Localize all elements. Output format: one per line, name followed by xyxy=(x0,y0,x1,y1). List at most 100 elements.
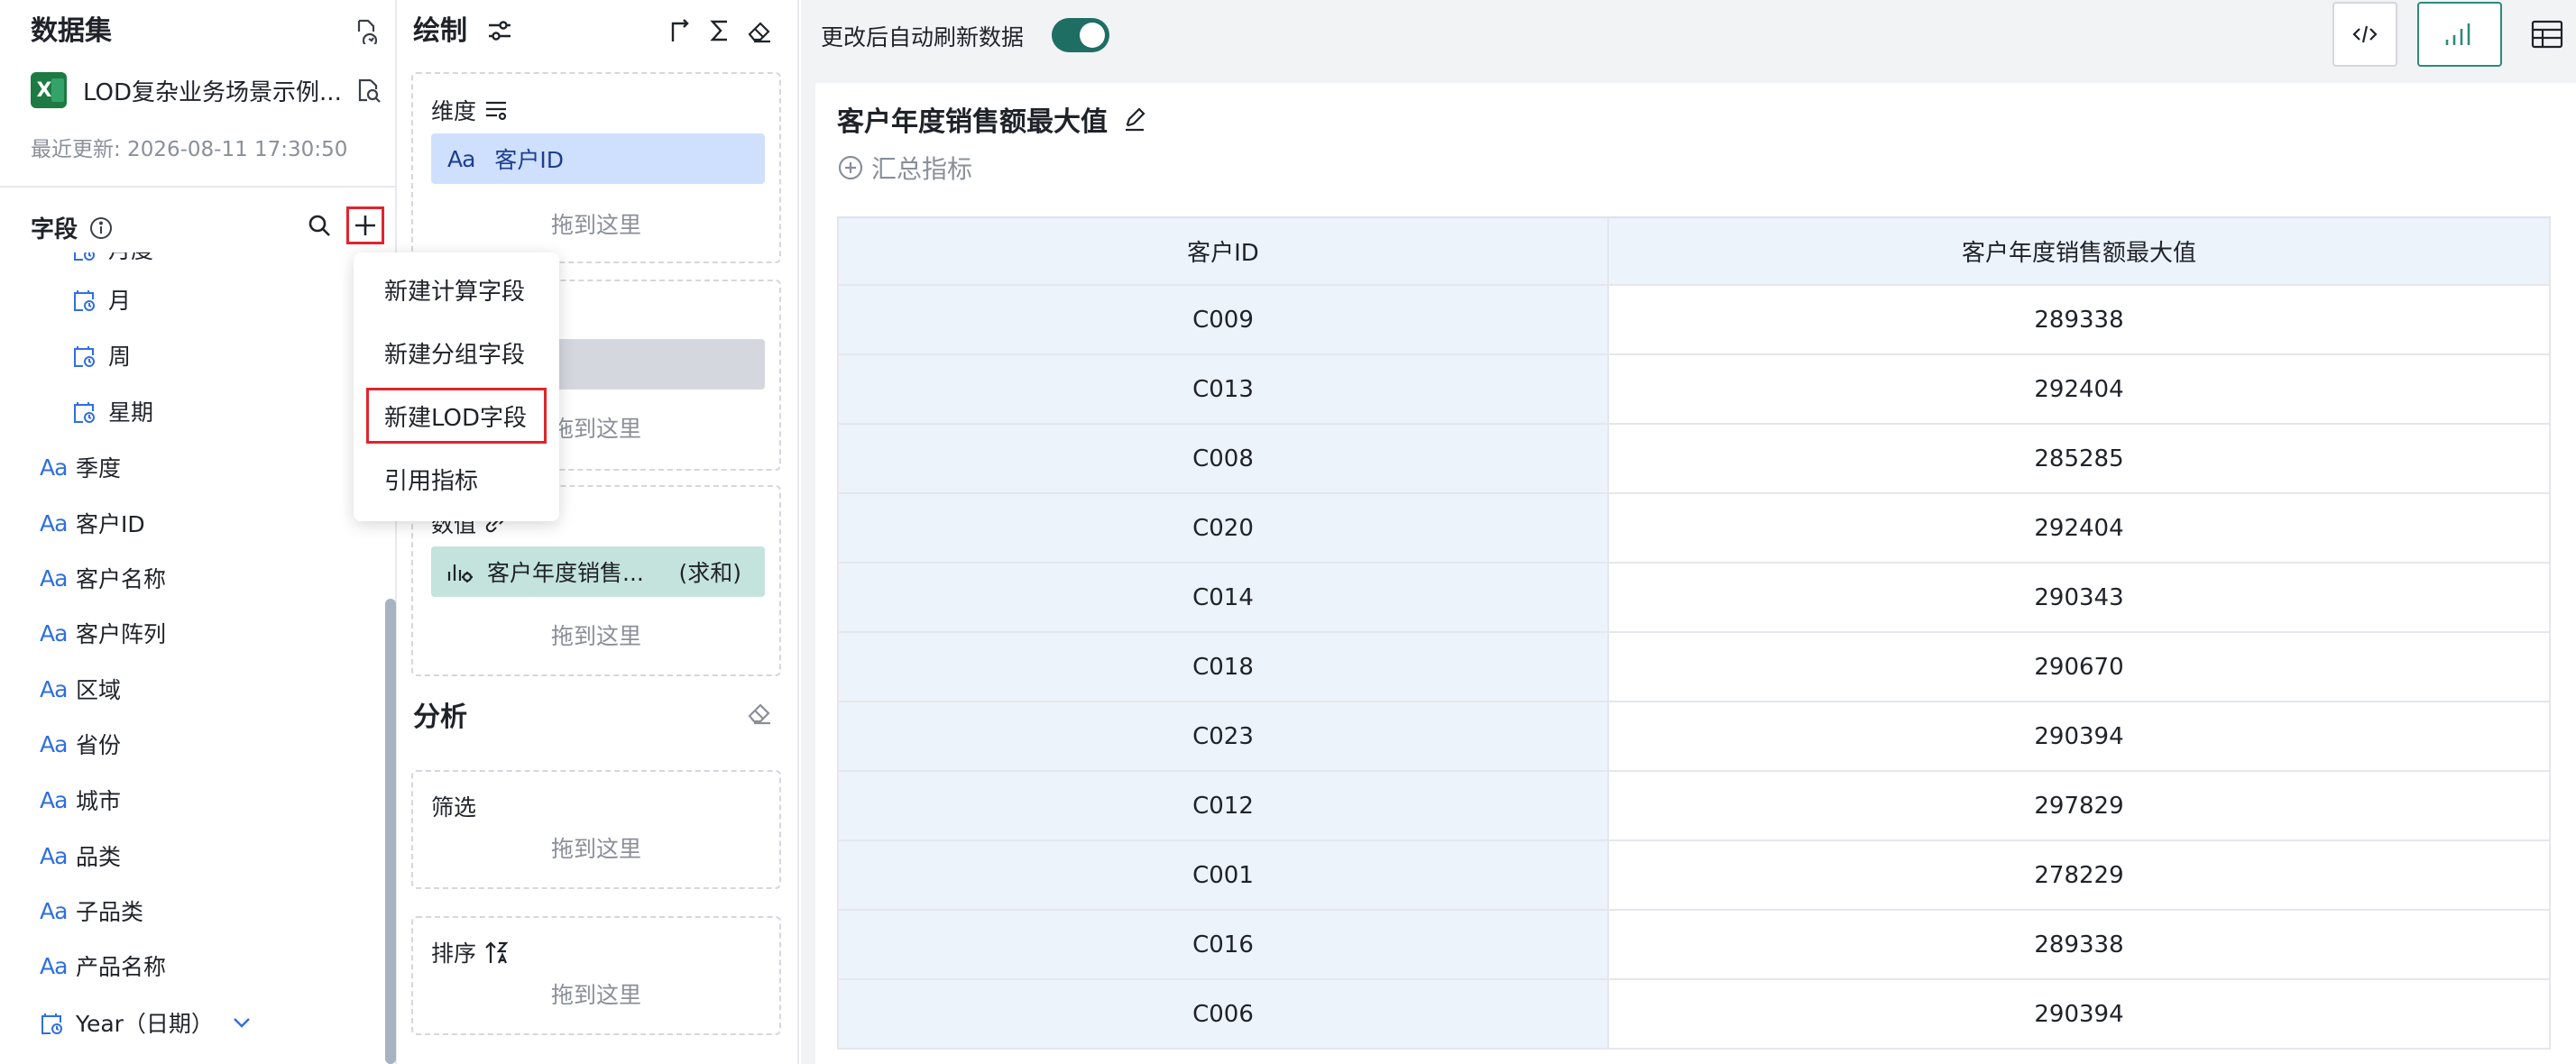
cell-customer-id: C012 xyxy=(837,772,1609,839)
edit-pencil-icon[interactable] xyxy=(1122,106,1147,132)
table-row: C008 285285 xyxy=(837,425,2551,494)
column-header-max-annual-sales[interactable]: 客户年度销售额最大值 xyxy=(1609,218,2551,284)
cell-max-sales: 289338 xyxy=(1609,911,2551,978)
dataset-file-name: LOD复杂业务场景示例... xyxy=(83,78,342,106)
draw-panel: 绘制 维度 Aa 客户ID 拖到这里 拖到这里 数值 客户年度销售... (求和… xyxy=(399,0,799,1064)
menu-item-new-group-field[interactable]: 新建分组字段 xyxy=(366,325,547,381)
chart-title-text: 客户年度销售额最大值 xyxy=(837,106,1108,138)
text-type-icon: Aa xyxy=(40,675,68,702)
cell-max-sales: 290343 xyxy=(1609,564,2551,631)
cell-customer-id: C009 xyxy=(837,286,1609,353)
sort-label-text: 排序 xyxy=(431,940,477,967)
menu-item-new-calculated-field[interactable]: 新建计算字段 xyxy=(366,261,547,317)
code-view-button[interactable] xyxy=(2332,2,2397,67)
eraser-icon[interactable] xyxy=(741,694,777,730)
value-pill[interactable]: 客户年度销售... (求和) xyxy=(431,546,765,597)
field-item[interactable]: Aa 客户阵列 xyxy=(40,608,166,658)
auto-refresh-toggle[interactable] xyxy=(1052,18,1109,52)
cell-customer-id: C001 xyxy=(837,841,1609,909)
cell-max-sales: 289338 xyxy=(1609,286,2551,353)
cell-customer-id: C018 xyxy=(837,633,1609,701)
settings-sliders-icon[interactable] xyxy=(482,13,518,49)
cell-max-sales: 285285 xyxy=(1609,425,2551,492)
filter-well[interactable]: 筛选 拖到这里 xyxy=(411,770,781,889)
column-header-customer-id[interactable]: 客户ID xyxy=(837,218,1609,284)
field-item[interactable]: 月 xyxy=(72,274,131,325)
field-label: 月 xyxy=(108,288,132,314)
add-circle-icon xyxy=(838,155,863,180)
table-row: C023 290394 xyxy=(837,702,2551,772)
table-row: C009 289338 xyxy=(837,286,2551,355)
field-label: 周 xyxy=(108,344,132,370)
drop-hint: 拖到这里 xyxy=(550,836,641,862)
field-item[interactable]: 周 xyxy=(72,330,131,381)
field-label: 品类 xyxy=(76,844,122,870)
field-item[interactable]: Aa 品类 xyxy=(40,830,121,881)
fields-title: 字段 xyxy=(31,216,78,243)
data-table: 客户ID 客户年度销售额最大值 C009 289338 C013 292404 … xyxy=(837,216,2551,1050)
last-updated-text: 最近更新: 2026-08-11 17:30:50 xyxy=(31,138,348,161)
field-item[interactable]: Aa 客户名称 xyxy=(40,553,166,603)
sort-well[interactable]: 排序 拖到这里 xyxy=(411,916,781,1035)
field-item[interactable]: Aa 城市 xyxy=(40,775,121,825)
dataset-file[interactable]: X LOD复杂业务场景示例... xyxy=(31,72,342,108)
search-icon[interactable] xyxy=(301,207,337,243)
dimension-pill-label: 客户ID xyxy=(494,147,565,173)
draw-title: 绘制 xyxy=(413,15,467,47)
chart-view-button[interactable] xyxy=(2417,2,2502,67)
summary-metric-button[interactable]: 汇总指标 xyxy=(837,150,972,186)
aggregation-label[interactable]: (求和) xyxy=(678,555,741,588)
analysis-title: 分析 xyxy=(413,702,467,733)
field-item[interactable]: 星期 xyxy=(72,386,153,436)
text-type-icon: Aa xyxy=(40,454,68,481)
table-row: C020 292404 xyxy=(837,494,2551,564)
text-type-icon: Aa xyxy=(40,619,68,647)
field-item[interactable]: Aa 产品名称 xyxy=(40,940,166,991)
text-type-icon: Aa xyxy=(40,952,68,979)
field-label: 子品类 xyxy=(76,899,144,925)
table-row: C014 290343 xyxy=(837,564,2551,633)
menu-item-new-lod-field[interactable]: 新建LOD字段 xyxy=(366,388,547,444)
field-item[interactable]: Aa 区域 xyxy=(40,664,121,714)
text-type-icon: Aa xyxy=(40,897,68,924)
calendar-icon xyxy=(72,343,108,368)
field-label: Year（日期） xyxy=(76,1011,214,1037)
drop-hint: 拖到这里 xyxy=(550,623,641,649)
summary-label: 汇总指标 xyxy=(871,154,973,184)
swap-axes-icon[interactable] xyxy=(662,13,698,49)
table-view-button[interactable] xyxy=(2515,2,2576,67)
field-label: 客户ID xyxy=(76,511,145,537)
sum-icon[interactable] xyxy=(702,13,738,49)
dimension-well-label: 维度 xyxy=(431,94,509,126)
dimension-pill[interactable]: Aa 客户ID xyxy=(431,133,765,184)
eraser-icon[interactable] xyxy=(741,13,777,49)
field-label: 星期 xyxy=(108,399,154,426)
field-label: 季度 xyxy=(76,455,122,482)
calendar-icon xyxy=(72,287,108,312)
preview-dataset-icon[interactable] xyxy=(350,72,386,108)
sort-icon xyxy=(485,941,509,964)
dimension-well[interactable]: 维度 Aa 客户ID 拖到这里 xyxy=(411,72,781,263)
drop-hint: 拖到这里 xyxy=(550,982,641,1008)
table-row: C018 290670 xyxy=(837,633,2551,702)
field-item[interactable]: Aa 客户ID xyxy=(40,498,145,548)
field-item[interactable]: Aa 省份 xyxy=(40,719,121,769)
add-field-button[interactable] xyxy=(346,206,384,244)
chevron-down-icon[interactable] xyxy=(232,1016,252,1029)
cell-customer-id: C013 xyxy=(837,355,1609,423)
field-item[interactable]: Aa 子品类 xyxy=(40,885,143,936)
filter-list-icon xyxy=(486,101,507,121)
field-item[interactable]: Aa 季度 xyxy=(40,442,121,492)
refresh-dataset-icon[interactable] xyxy=(348,13,384,49)
main-area: 更改后自动刷新数据 客户年度销售额最大值 汇总指标 客户ID 客户年度销售额最大… xyxy=(801,0,2576,1064)
plus-icon xyxy=(355,216,375,235)
cell-max-sales: 290394 xyxy=(1609,702,2551,770)
field-list-scrollbar[interactable] xyxy=(385,599,396,1064)
info-icon[interactable] xyxy=(88,216,114,241)
menu-item-reference-metric[interactable]: 引用指标 xyxy=(366,451,547,507)
field-item[interactable]: 月度 xyxy=(72,252,153,274)
cell-max-sales: 292404 xyxy=(1609,355,2551,423)
field-item[interactable]: Year（日期） xyxy=(40,997,252,1048)
cell-customer-id: C020 xyxy=(837,494,1609,562)
text-type-icon: Aa xyxy=(40,730,68,757)
